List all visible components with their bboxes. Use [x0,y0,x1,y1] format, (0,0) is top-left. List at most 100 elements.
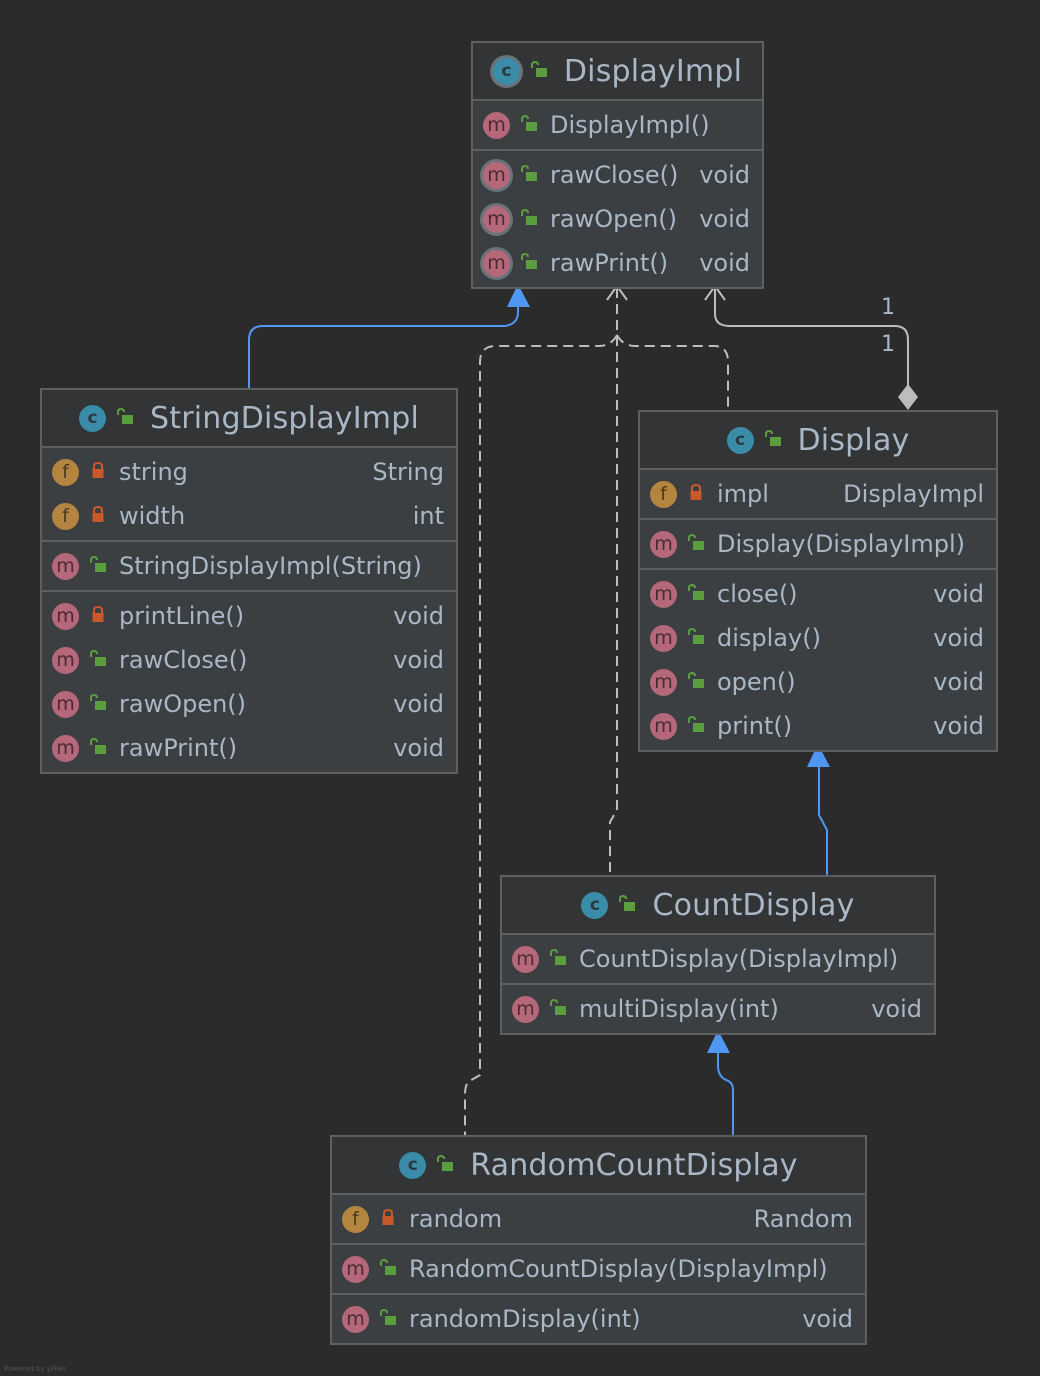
public-lock-icon [539,998,567,1020]
method-row[interactable]: m rawPrint() void [473,241,762,285]
public-lock-icon [510,164,538,186]
member-name: DisplayImpl() [550,111,710,139]
field-row[interactable]: f random Random [332,1197,865,1241]
class-icon: c [79,404,107,432]
method-icon: m [650,530,677,558]
member-type: void [699,205,750,233]
private-lock-icon [79,605,107,627]
field-icon: f [52,502,79,530]
method-row[interactable]: m print() void [640,704,996,748]
class-node-stringdisplayimpl[interactable]: c StringDisplayImpl f string String f width int… [40,388,458,774]
method-row[interactable]: m StringDisplayImpl(String) [42,544,456,588]
class-node-displayimpl[interactable]: c DisplayImpl m DisplayImpl() m rawClose() voi… [471,41,764,289]
constructors-section: m CountDisplay(DisplayImpl) [502,935,934,985]
method-icon: m [342,1255,369,1283]
fields-section: f random Random [332,1195,865,1245]
methods-section: m multiDisplay(int) void [502,985,934,1033]
member-type: void [699,249,750,277]
class-header: c StringDisplayImpl [42,390,456,448]
field-icon: f [342,1205,369,1233]
class-icon: c [726,426,754,454]
public-lock-icon [79,737,107,759]
edge-display-dependency-displayimpl [616,334,729,410]
member-name: multiDisplay(int) [579,995,779,1023]
method-icon: m [52,552,79,580]
method-row[interactable]: m rawClose() void [473,153,762,197]
class-header: c RandomCountDisplay [332,1137,865,1195]
member-type: void [802,1305,853,1333]
method-row[interactable]: m display() void [640,616,996,660]
class-header: c CountDisplay [502,877,934,935]
class-icon: c [581,891,609,919]
public-lock-icon [677,627,705,649]
method-row[interactable]: m rawClose() void [42,638,456,682]
method-row[interactable]: m CountDisplay(DisplayImpl) [502,937,934,981]
class-title: CountDisplay [652,887,855,923]
member-name: open() [717,668,796,696]
member-name: width [119,502,186,530]
fields-section: f impl DisplayImpl [640,470,996,520]
class-node-countdisplay[interactable]: c CountDisplay m CountDisplay(DisplayImpl) m… [500,875,936,1035]
public-lock-icon [369,1308,397,1330]
member-type: void [933,580,984,608]
public-lock-icon [79,693,107,715]
field-row[interactable]: f impl DisplayImpl [640,472,996,516]
method-row[interactable]: m Display(DisplayImpl) [640,522,996,566]
public-visibility-icon [608,894,636,916]
public-visibility-icon [426,1154,454,1176]
class-icon: c [492,57,520,85]
method-row[interactable]: m RandomCountDisplay(DisplayImpl) [332,1247,865,1291]
method-icon: m [483,161,510,189]
edge-countdisplay-dependency-displayimpl [609,288,618,875]
class-icon: c [399,1151,427,1179]
field-row[interactable]: f string String [42,450,456,494]
method-icon: m [650,668,677,696]
member-type: Random [753,1205,853,1233]
method-row[interactable]: m rawPrint() void [42,726,456,770]
fields-section: f string String f width int [42,448,456,542]
method-row[interactable]: m DisplayImpl() [473,103,762,147]
member-type: DisplayImpl [843,480,984,508]
method-row[interactable]: m rawOpen() void [42,682,456,726]
member-name: Display(DisplayImpl) [717,530,966,558]
method-row[interactable]: m multiDisplay(int) void [502,987,934,1031]
field-row[interactable]: f width int [42,494,456,538]
public-lock-icon [79,649,107,671]
methods-section: m randomDisplay(int) void [332,1295,865,1343]
methods-section: m rawClose() void m rawOpen() void m rawPrint()… [473,151,762,287]
member-type: void [933,624,984,652]
method-icon: m [483,249,510,277]
member-name: close() [717,580,798,608]
method-icon: m [342,1305,369,1333]
member-name: string [119,458,188,486]
public-lock-icon [677,715,705,737]
public-lock-icon [677,583,705,605]
method-row[interactable]: m rawOpen() void [473,197,762,241]
member-name: StringDisplayImpl(String) [119,552,422,580]
method-row[interactable]: m close() void [640,572,996,616]
method-row[interactable]: m randomDisplay(int) void [332,1297,865,1341]
class-node-randomcountdisplay[interactable]: c RandomCountDisplay f random Random m RandomC… [330,1135,867,1345]
public-visibility-icon [520,60,548,82]
member-name: rawClose() [550,161,679,189]
method-row[interactable]: m printLine() void [42,594,456,638]
method-icon: m [650,580,677,608]
member-type: void [393,646,444,674]
member-type: void [699,161,750,189]
method-icon: m [483,111,510,139]
multiplicity-source: 1 [881,332,895,357]
member-type: void [393,690,444,718]
private-lock-icon [369,1208,397,1230]
class-header: c DisplayImpl [473,43,762,101]
method-row[interactable]: m open() void [640,660,996,704]
private-lock-icon [79,505,107,527]
member-name: printLine() [119,602,245,630]
member-name: rawPrint() [119,734,238,762]
field-icon: f [52,458,79,486]
constructors-section: m DisplayImpl() [473,101,762,151]
member-name: rawPrint() [550,249,669,277]
member-name: rawOpen() [550,205,678,233]
class-node-display[interactable]: c Display f impl DisplayImpl m Display(Display… [638,410,998,752]
constructors-section: m Display(DisplayImpl) [640,520,996,570]
member-type: void [871,995,922,1023]
